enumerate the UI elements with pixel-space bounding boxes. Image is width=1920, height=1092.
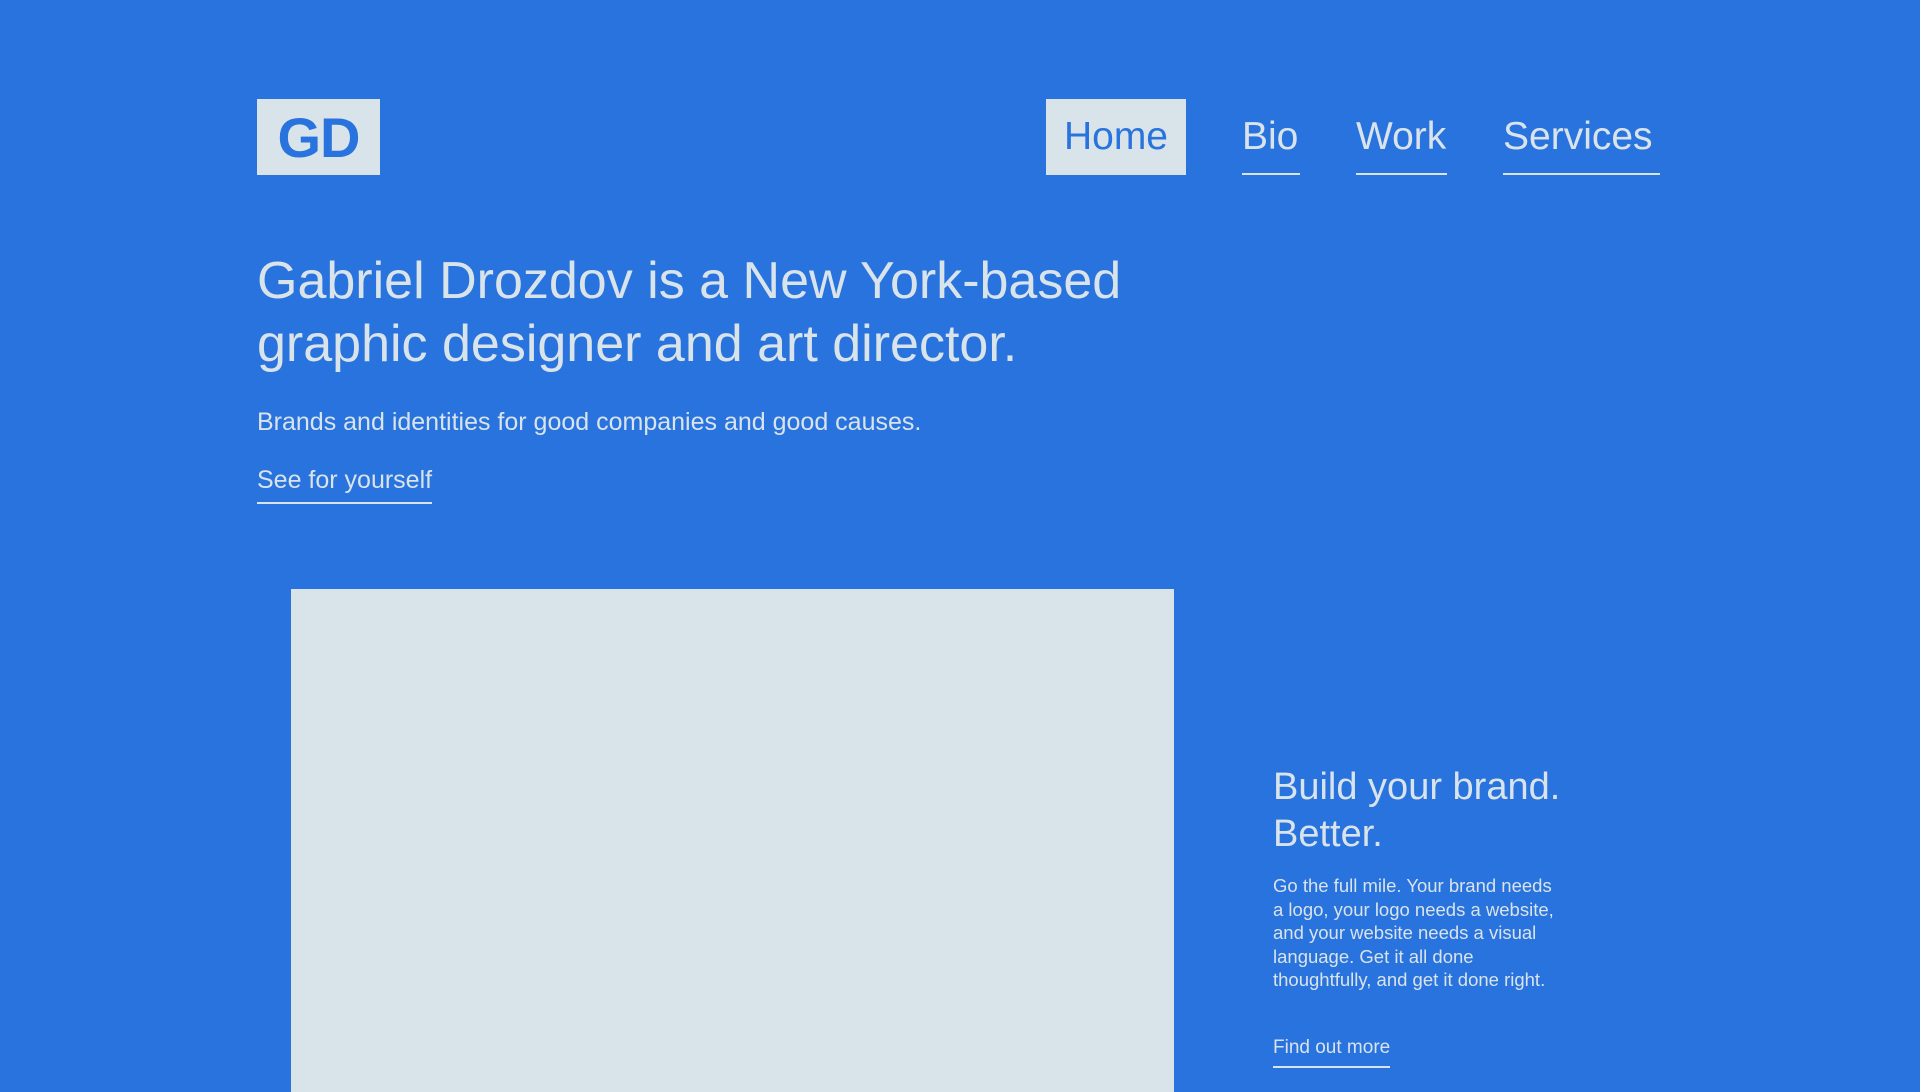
find-out-more-link[interactable]: Find out more	[1273, 1036, 1391, 1068]
promo-text: Go the full mile. Your brand needs a log…	[1273, 875, 1554, 990]
featured-image-placeholder	[291, 589, 1174, 1092]
nav-work-link[interactable]: Work	[1356, 99, 1447, 175]
see-for-yourself-link[interactable]: See for yourself	[257, 464, 433, 504]
gd-logo[interactable]: GD	[257, 99, 380, 175]
nav-services-link[interactable]: Services	[1503, 99, 1660, 175]
hero-subtitle: Brands and identities for good companies…	[257, 408, 922, 436]
nav-bio-link[interactable]: Bio	[1242, 99, 1300, 175]
hero-title: Gabriel Drozdov is a New York-based grap…	[257, 252, 1122, 373]
nav-home-link[interactable]: Home	[1046, 99, 1186, 175]
promo-title: Build your brand. Better.	[1273, 766, 1561, 855]
